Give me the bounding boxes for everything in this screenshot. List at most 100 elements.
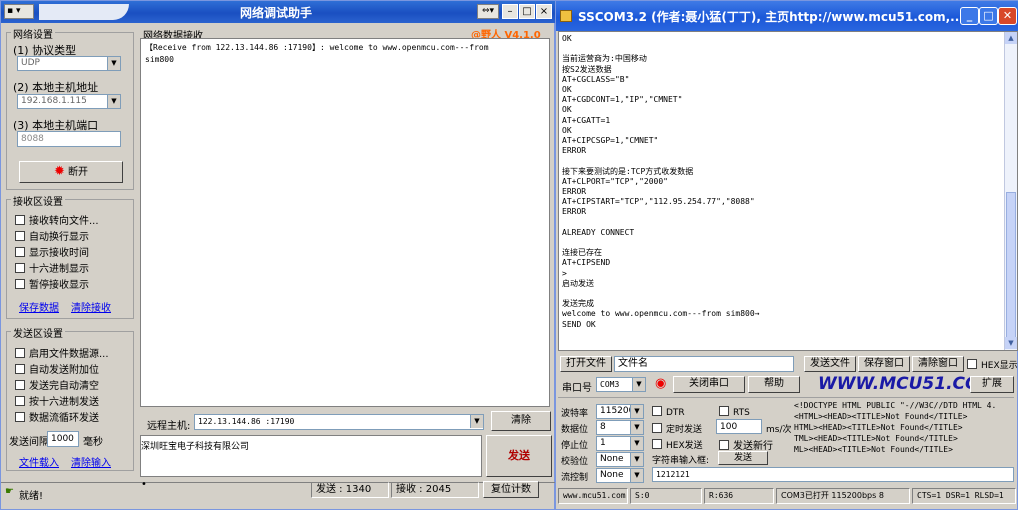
window-title: 网络调试助手 — [239, 6, 312, 20]
send-button[interactable]: 发送 — [486, 435, 552, 477]
title-bar: ▪ ▾ 网络调试助手 ⇔▾ – □ × — [1, 1, 556, 23]
clear-button[interactable]: 清除 — [491, 411, 551, 431]
send-option[interactable]: 按十六进制发送 — [15, 393, 99, 408]
recv-option[interactable]: 自动换行显示 — [15, 228, 89, 243]
send-button[interactable]: 发送 — [718, 451, 768, 465]
string-input[interactable]: 1212121 — [652, 467, 1014, 482]
scroll-thumb[interactable] — [1006, 192, 1016, 342]
minimize-button[interactable]: _ — [960, 7, 979, 25]
status-s: S:0 — [630, 488, 702, 504]
save-window-button[interactable]: 保存窗口 — [858, 356, 910, 372]
receive-textarea[interactable]: 【Receive from 122.13.144.86 :17190】: wel… — [140, 38, 550, 407]
local-ip-label: (2) 本地主机地址 — [13, 81, 99, 94]
databits-label: 数据位 — [561, 425, 589, 435]
vertical-scrollbar[interactable]: ▲ ▼ — [1004, 32, 1017, 350]
send-newline-checkbox[interactable]: 发送新行 — [719, 437, 773, 452]
close-port-button[interactable]: 关闭串口 — [673, 376, 745, 393]
recv-option[interactable]: 接收转向文件... — [15, 212, 99, 227]
send-interval-label: 发送间隔 — [9, 437, 49, 448]
chevron-down-icon: ▼ — [107, 57, 120, 70]
group-title: 网络设置 — [11, 26, 55, 41]
timed-send-checkbox[interactable]: 定时发送 — [652, 422, 702, 435]
chevron-down-icon: ▼ — [630, 453, 643, 466]
system-menu-button[interactable]: ▪ ▾ — [4, 4, 34, 19]
output-line: OK — [562, 85, 572, 94]
reset-count-button[interactable]: 复位计数 — [483, 481, 539, 498]
scroll-up-icon[interactable]: ▲ — [1005, 32, 1017, 44]
send-option[interactable]: 数据流循环发送 — [15, 409, 99, 424]
parity-select[interactable]: None ▼ — [596, 452, 644, 467]
hex-display-checkbox[interactable]: HEX显示 — [967, 358, 1018, 371]
output-line: 发送完成 — [562, 299, 594, 309]
window-title: SSCOM3.2 (作者:聂小猛(丁丁), 主页http://www.mcu51… — [578, 10, 964, 24]
local-port-input[interactable]: 8088 — [17, 131, 121, 147]
baud-label: 波特率 — [561, 409, 589, 419]
minimize-button[interactable]: – — [502, 4, 518, 19]
interval-unit-label: 毫秒 — [83, 437, 103, 448]
status-r: R:636 — [704, 488, 774, 504]
recv-option[interactable]: 十六进制显示 — [15, 260, 89, 275]
serial-output-area[interactable]: OK 当前运营商为:中国移动 按S2发送数据 AT+CGCLASS="B" OK AT+C… — [558, 31, 1018, 351]
disconnect-button[interactable]: ✹ 断开 — [19, 161, 123, 183]
scroll-down-icon[interactable]: ▼ — [1005, 337, 1017, 349]
status-lines: CTS=1 DSR=1 RLSD=1 — [912, 488, 1016, 504]
clear-window-button[interactable]: 清除窗口 — [912, 356, 964, 372]
send-interval-input[interactable]: 1000 — [47, 431, 79, 447]
expand-button[interactable]: 扩展 — [970, 376, 1014, 393]
output-line: ERROR — [562, 146, 587, 156]
send-option[interactable]: 自动发送附加位 — [15, 361, 99, 376]
protocol-select[interactable]: UDP ▼ — [17, 56, 121, 71]
output-line: AT+CIPCSGP=1,"CMNET" — [562, 136, 659, 145]
port-select[interactable]: COM3 ▼ — [596, 377, 646, 392]
timed-interval-input[interactable]: 100 — [716, 419, 762, 434]
output-line: > — [562, 268, 567, 278]
receive-line: sim800 — [145, 55, 174, 64]
send-text: 深圳旺宝电子科技有限公司 — [141, 442, 250, 452]
chevron-down-icon: ▼ — [630, 405, 643, 418]
chevron-down-icon: ▼ — [630, 469, 643, 482]
parity-label: 校验位 — [561, 457, 589, 467]
flow-select[interactable]: None ▼ — [596, 468, 644, 483]
output-line: 接下来要测试的是:TCP方式收发数据 — [562, 166, 694, 176]
databits-select[interactable]: 8 ▼ — [596, 420, 644, 435]
network-settings-group: 网络设置 (1) 协议类型 UDP ▼ (2) 本地主机地址 192.168.1.… — [6, 26, 134, 190]
send-textarea[interactable]: 深圳旺宝电子科技有限公司 — [140, 435, 482, 477]
maximize-button[interactable]: □ — [979, 7, 998, 25]
open-file-button[interactable]: 打开文件 — [560, 356, 612, 372]
send-option[interactable]: 发送完自动清空 — [15, 377, 99, 392]
send-file-button[interactable]: 发送文件 — [804, 356, 856, 372]
file-name-input[interactable]: 文件名 — [614, 356, 794, 372]
recv-option[interactable]: 显示接收时间 — [15, 244, 89, 259]
received-count: 接收 : 2045 — [391, 482, 479, 498]
group-title: 接收区设置 — [11, 193, 65, 208]
title-decoration — [39, 4, 129, 20]
output-line: AT+CLPORT="TCP","2000" — [562, 176, 668, 186]
port-label: 串口号 — [562, 383, 592, 394]
chevron-down-icon: ▼ — [630, 437, 643, 450]
recv-option[interactable]: 暂停接收显示 — [15, 276, 89, 291]
output-line: AT+CGCLASS="B" — [562, 74, 630, 84]
file-load-link[interactable]: 文件载入 — [19, 454, 59, 469]
local-ip-select[interactable]: 192.168.1.115 ▼ — [17, 94, 121, 109]
send-option[interactable]: 启用文件数据源... — [15, 345, 109, 360]
dtr-checkbox[interactable]: DTR — [652, 406, 685, 418]
stopbits-select[interactable]: 1 ▼ — [596, 436, 644, 451]
clear-receive-link[interactable]: 清除接收 — [71, 299, 111, 314]
close-button[interactable]: ✕ — [998, 7, 1017, 25]
clear-input-link[interactable]: 清除输入 — [71, 454, 111, 469]
hex-send-checkbox[interactable]: HEX发送 — [652, 438, 703, 451]
baud-select[interactable]: 115200 ▼ — [596, 404, 644, 419]
remote-host-select[interactable]: 122.13.144.86 :17190 ▼ — [194, 414, 484, 430]
help-button[interactable]: 帮助 — [748, 376, 800, 393]
maximize-button[interactable]: □ — [519, 4, 535, 19]
rts-checkbox[interactable]: RTS — [719, 406, 750, 418]
output-line: SEND OK — [562, 319, 596, 329]
receive-line: 【Receive from 122.13.144.86 :17190】: wel… — [145, 43, 489, 52]
output-line: AT+CGDCONT=1,"IP","CMNET" — [562, 95, 683, 105]
pin-icon[interactable]: ⇔▾ — [477, 4, 499, 19]
output-line: ERROR — [562, 187, 587, 196]
close-button[interactable]: × — [536, 4, 552, 19]
interval-unit-label: ms/次 — [766, 425, 792, 435]
send-settings-group: 发送区设置 启用文件数据源... 自动发送附加位 发送完自动清空 按十六进制发送… — [6, 325, 134, 471]
save-data-link[interactable]: 保存数据 — [19, 299, 59, 314]
